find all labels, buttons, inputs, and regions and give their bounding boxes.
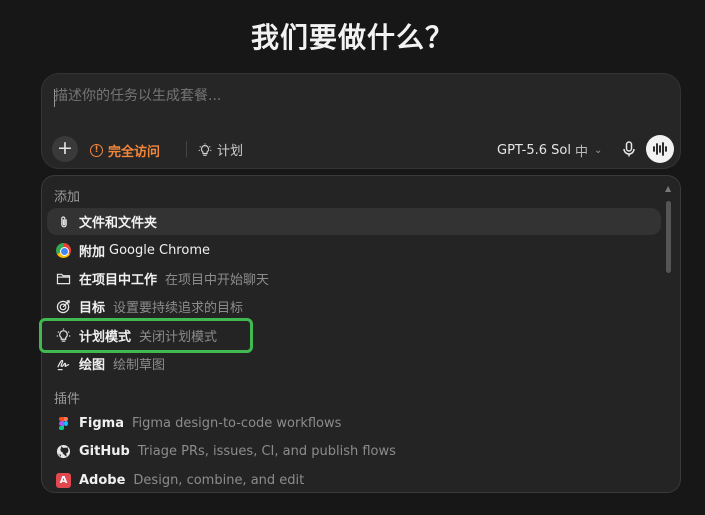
target-icon [56,299,71,314]
folder-icon [56,271,71,286]
page-title: 我们要做什么？ [250,21,454,54]
menu-item-description: Design, combine, and edit [133,473,305,488]
menu-item-label: 目标 [79,301,106,316]
menu-item-description: 绘制草图 [113,358,166,373]
toolbar-divider [186,141,187,157]
chevron-down-icon: ⌄ [594,145,603,156]
menu-item-description: 在项目中开始聊天 [165,273,270,288]
menu-item-label: 绘图 [79,358,106,373]
composer-toolbar: + ! 完全访问 计划 GPT-5.6 Sol 中 ⌄ [52,135,674,163]
menu-item-label: 附加 [79,245,106,260]
chrome-icon [56,243,71,258]
menu-item-draw[interactable]: 绘图 绘制草图 [47,350,661,377]
voice-wave-icon [653,142,667,156]
menu-item-label: Adobe [79,473,126,488]
scrollbar-thumb[interactable] [666,201,671,273]
model-name: GPT-5.6 Sol [497,143,571,158]
menu-item-attach-chrome[interactable]: 附加 Google Chrome [47,237,661,264]
menu-item-goal[interactable]: 目标 设置要持续追求的目标 [47,293,661,320]
menu-item-label: Figma [79,416,124,431]
plan-toggle[interactable]: 计划 [198,140,243,159]
adobe-icon: A [56,473,71,488]
group-label-add: 添加 [54,190,81,205]
paperclip-icon [56,214,71,229]
full-access-toggle[interactable]: ! 完全访问 [90,141,160,160]
reasoning-effort: 中 [574,145,588,160]
github-icon [56,444,71,459]
menu-item-description: Triage PRs, issues, CI, and publish flow… [137,444,396,459]
microphone-icon[interactable] [620,140,638,158]
menu-item-label: 计划模式 [79,330,132,345]
menu-item-label-suffix: Google Chrome [109,243,210,258]
scroll-up-arrow[interactable]: ▲ [665,184,671,193]
lightbulb-icon [56,328,71,343]
composer: + ! 完全访问 计划 GPT-5.6 Sol 中 ⌄ [41,73,681,169]
lightbulb-icon [198,142,212,156]
plan-label: 计划 [217,144,244,159]
group-label-plugins: 插件 [54,392,81,407]
voice-mode-button[interactable] [646,135,674,163]
task-input[interactable] [54,88,654,104]
menu-item-github[interactable]: GitHub Triage PRs, issues, CI, and publi… [47,438,661,465]
draw-icon [56,356,71,371]
menu-item-figma[interactable]: Figma Figma design-to-code workflows [47,410,661,437]
menu-item-description: Figma design-to-code workflows [131,416,342,431]
figma-icon [56,416,71,431]
menu-item-description: 关闭计划模式 [139,330,218,345]
menu-item-label: GitHub [79,444,130,459]
model-selector[interactable]: GPT-5.6 Sol 中 ⌄ [497,141,602,160]
menu-item-files-and-folders[interactable]: 文件和文件夹 [47,208,661,235]
alert-circle-icon: ! [90,144,103,157]
plus-icon: + [57,137,73,159]
menu-item-label: 在项目中工作 [79,273,158,288]
menu-item-adobe[interactable]: A Adobe Design, combine, and edit [47,467,661,492]
menu-item-plan-mode[interactable]: 计划模式 关闭计划模式 [47,322,661,349]
menu-item-description: 设置要持续追求的目标 [113,301,244,316]
add-button[interactable]: + [52,136,78,162]
add-menu-popup: ▲ 添加 文件和文件夹 附加 Google Chrome 在项目中工作 在项目中… [41,175,681,493]
menu-item-label: 文件和文件夹 [79,216,158,231]
menu-item-work-in-project[interactable]: 在项目中工作 在项目中开始聊天 [47,265,661,292]
full-access-label: 完全访问 [108,145,161,160]
